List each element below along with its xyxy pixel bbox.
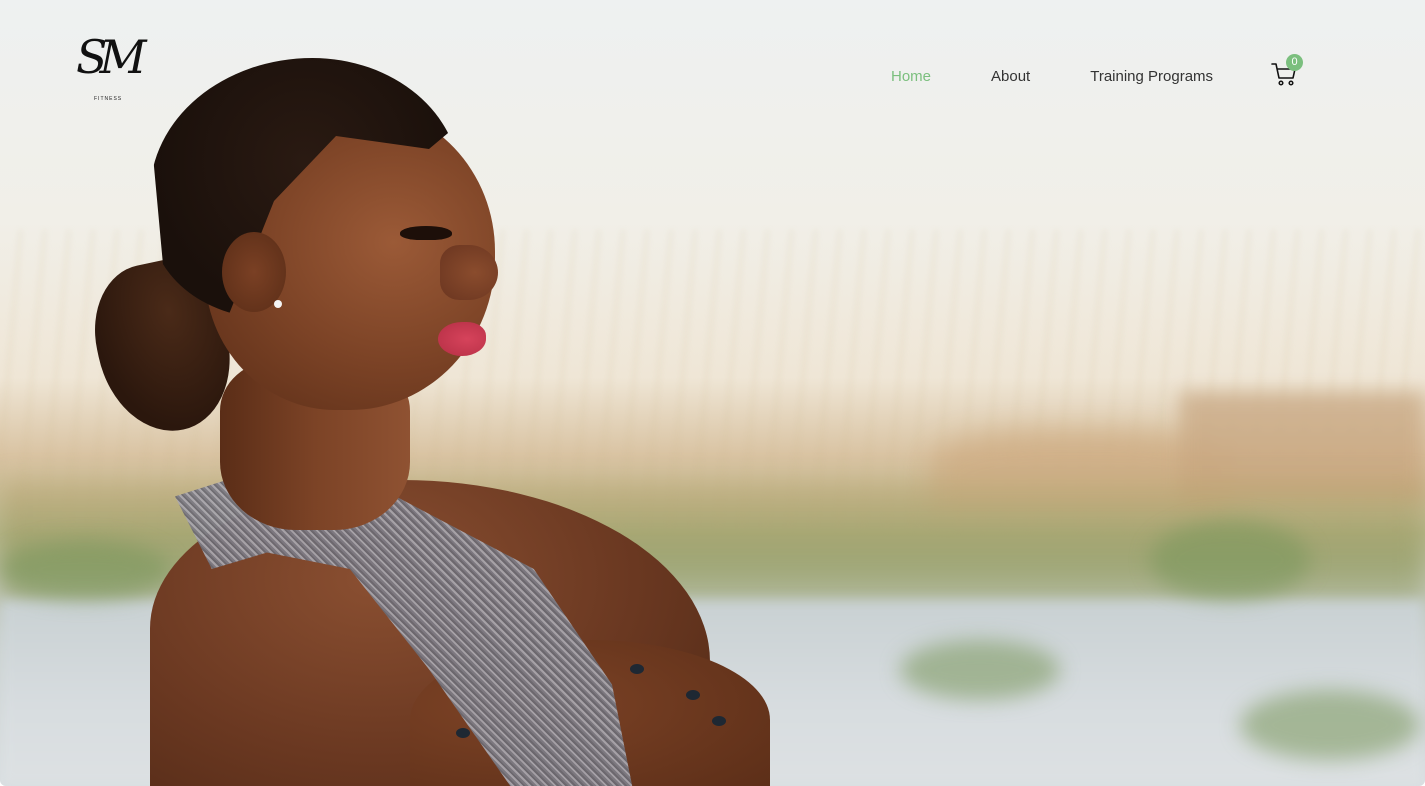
nav-training-programs[interactable]: Training Programs [1090,68,1213,85]
lips [438,322,486,356]
nav-about[interactable]: About [991,68,1030,85]
site-header: SM FITNESS Home About Training Programs … [0,0,1425,150]
grass-tuft [1240,690,1420,760]
fingernail [630,664,644,674]
fingernail [712,716,726,726]
logo-script: SM [76,30,147,84]
grass-tuft [1150,520,1310,600]
brand-logo[interactable]: SM FITNESS [76,34,147,106]
nav-home[interactable]: Home [891,68,931,85]
hero-section: SM FITNESS Home About Training Programs … [0,0,1425,786]
grass-tuft [900,640,1060,700]
eye [400,226,452,240]
nose [440,245,498,300]
cart-count-badge: 0 [1286,54,1303,71]
fingernail [686,690,700,700]
main-nav: Home About Training Programs [891,68,1273,85]
cart-button[interactable]: 0 [1270,54,1303,90]
earring [274,300,282,308]
logo-subtitle: FITNESS [94,96,123,102]
fingernail [456,728,470,738]
